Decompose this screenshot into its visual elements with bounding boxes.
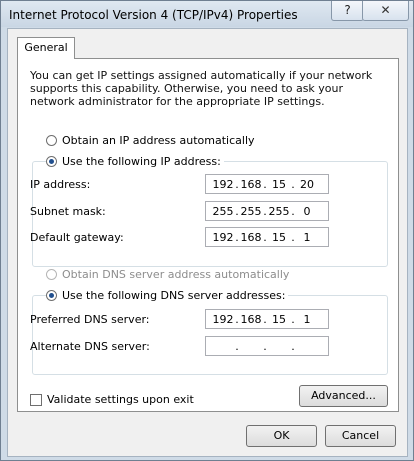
subnet-mask-input[interactable]: 255. 255. 255. 0 xyxy=(205,201,329,221)
pdns-octet-3: 15 xyxy=(272,313,286,326)
tab-general[interactable]: General xyxy=(17,37,75,59)
dns-manual-radio[interactable] xyxy=(46,290,57,301)
ip-auto-option[interactable]: Obtain an IP address automatically xyxy=(46,134,255,147)
title-bar[interactable]: Internet Protocol Version 4 (TCP/IPv4) P… xyxy=(1,1,413,27)
ip-address-input[interactable]: 192. 168. 15. 20 xyxy=(205,174,329,194)
dialog-client-area: General You can get IP settings assigned… xyxy=(7,28,408,457)
mask-octet-2: 255 xyxy=(240,205,262,218)
ip-auto-radio[interactable] xyxy=(46,135,57,146)
alternate-dns-input[interactable]: . . . xyxy=(205,336,329,356)
dns-auto-radio xyxy=(46,269,57,280)
preferred-dns-label: Preferred DNS server: xyxy=(30,313,150,326)
mask-octet-3: 255 xyxy=(268,205,290,218)
close-button[interactable]: ✕ xyxy=(362,1,409,21)
alternate-dns-label: Alternate DNS server: xyxy=(30,340,150,353)
dns-auto-option: Obtain DNS server address automatically xyxy=(46,268,289,281)
validate-option[interactable]: Validate settings upon exit xyxy=(30,393,194,406)
gateway-octet-3: 15 xyxy=(272,231,286,244)
dns-manual-option[interactable]: Use the following DNS server addresses: xyxy=(46,289,289,302)
default-gateway-input[interactable]: 192. 168. 15. 1 xyxy=(205,227,329,247)
advanced-button[interactable]: Advanced... xyxy=(299,385,388,407)
dns-auto-label: Obtain DNS server address automatically xyxy=(62,268,290,281)
ok-button[interactable]: OK xyxy=(246,425,317,447)
pdns-octet-1: 192 xyxy=(212,313,234,326)
ip-auto-label: Obtain an IP address automatically xyxy=(62,134,255,147)
default-gateway-label: Default gateway: xyxy=(30,231,124,244)
pdns-octet-2: 168 xyxy=(240,313,262,326)
window-title: Internet Protocol Version 4 (TCP/IPv4) P… xyxy=(9,8,298,22)
preferred-dns-input[interactable]: 192. 168. 15. 1 xyxy=(205,309,329,329)
dot-separator: . xyxy=(235,340,239,353)
gateway-octet-1: 192 xyxy=(212,231,234,244)
help-icon: ? xyxy=(344,3,351,17)
subnet-mask-row: Subnet mask: 255. 255. 255. 0 xyxy=(30,201,350,223)
ip-octet-4: 20 xyxy=(300,178,314,191)
close-icon: ✕ xyxy=(380,3,391,17)
general-tab-panel: You can get IP settings assigned automat… xyxy=(17,58,399,412)
alternate-dns-row: Alternate DNS server: . . . xyxy=(30,336,350,358)
dot-separator: . xyxy=(263,340,267,353)
default-gateway-row: Default gateway: 192. 168. 15. 1 xyxy=(30,227,350,249)
validate-checkbox[interactable] xyxy=(30,393,42,406)
mask-octet-1: 255 xyxy=(212,205,234,218)
ip-address-row: IP address: 192. 168. 15. 20 xyxy=(30,174,350,196)
ip-octet-2: 168 xyxy=(240,178,262,191)
subnet-mask-label: Subnet mask: xyxy=(30,205,106,218)
dns-group-box xyxy=(32,295,388,375)
description-text: You can get IP settings assigned automat… xyxy=(30,69,373,108)
ip-manual-option[interactable]: Use the following IP address: xyxy=(46,155,224,168)
dialog-window: Internet Protocol Version 4 (TCP/IPv4) P… xyxy=(0,0,414,461)
ip-octet-3: 15 xyxy=(272,178,286,191)
ip-manual-label: Use the following IP address: xyxy=(62,155,221,168)
dot-separator: . xyxy=(291,340,295,353)
help-button[interactable]: ? xyxy=(331,1,364,21)
ip-manual-radio[interactable] xyxy=(46,156,57,167)
cancel-button[interactable]: Cancel xyxy=(325,425,396,447)
mask-octet-4: 0 xyxy=(303,205,311,218)
validate-label: Validate settings upon exit xyxy=(47,393,194,406)
ip-address-label: IP address: xyxy=(30,178,91,191)
ip-octet-1: 192 xyxy=(212,178,234,191)
gateway-octet-4: 1 xyxy=(303,231,311,244)
gateway-octet-2: 168 xyxy=(240,231,262,244)
pdns-octet-4: 1 xyxy=(303,313,311,326)
preferred-dns-row: Preferred DNS server: 192. 168. 15. 1 xyxy=(30,309,350,331)
dns-manual-label: Use the following DNS server addresses: xyxy=(62,289,286,302)
